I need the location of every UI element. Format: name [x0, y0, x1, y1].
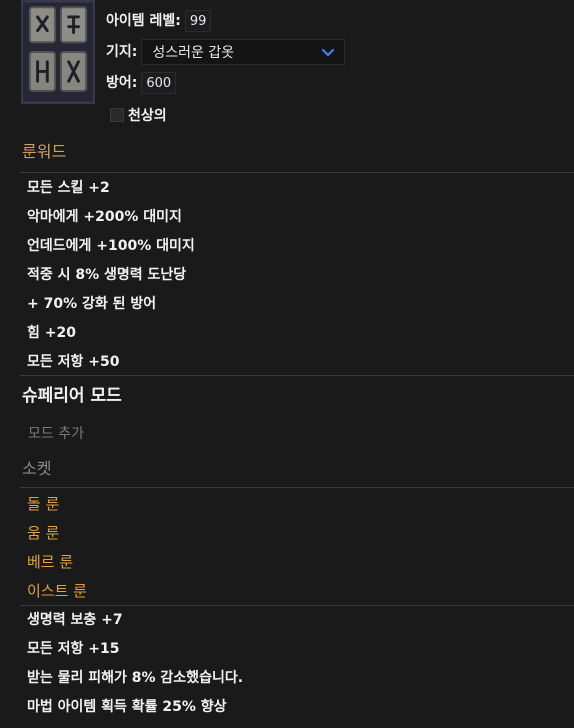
runeword-title: 룬워드 [22, 142, 67, 161]
list-item: 모든 스킬 +2 [27, 180, 110, 196]
list-item: 마법 아이템 획득 확률 25% 향상 [27, 699, 227, 715]
item-level-input[interactable]: 99 [184, 10, 212, 32]
rune-item[interactable]: 돌 룬 [27, 490, 87, 519]
divider [20, 375, 574, 376]
ethereal-row: 천상의 [110, 105, 167, 125]
armor-item-icon [21, 0, 95, 104]
defense-row: 방어: 600 [106, 72, 177, 94]
item-level-row: 아이템 레벨: 99 [106, 10, 212, 32]
list-item: 악마에게 +200% 대미지 [27, 209, 182, 225]
item-editor-panel: 아이템 레벨: 99 기지: 성스러운 갑옷 방어: 600 천상의 룬워드 모… [0, 0, 574, 728]
defense-input[interactable]: 600 [141, 72, 177, 94]
list-item: 언데드에게 +100% 대미지 [27, 238, 195, 254]
item-level-label: 아이템 레벨: [106, 13, 181, 29]
base-selected-value: 성스러운 갑옷 [152, 45, 235, 61]
list-item: 모든 저항 +15 [27, 641, 120, 657]
ethereal-checkbox[interactable] [110, 108, 124, 122]
base-row: 기지: 성스러운 갑옷 [106, 39, 346, 65]
divider [20, 487, 574, 488]
list-item: 생명력 보충 +7 [27, 612, 123, 628]
rune-item[interactable]: 움 룬 [27, 519, 87, 548]
defense-label: 방어: [106, 75, 138, 91]
ethereal-label: 천상의 [128, 108, 167, 124]
add-mod-button[interactable]: 모드 추가 [28, 423, 84, 443]
rune-item[interactable]: 베르 룬 [27, 548, 87, 577]
base-label: 기지: [106, 44, 138, 60]
rune-item[interactable]: 이스트 룬 [27, 577, 87, 606]
runeword-mod-list: 모든 스킬 +2 악마에게 +200% 대미지 언데드에게 +100% 대미지 … [27, 174, 195, 377]
list-item: 힘 +20 [27, 325, 76, 341]
socket-mod-list: 생명력 보충 +7 모든 저항 +15 받는 물리 피해가 8% 감소했습니다.… [27, 606, 243, 722]
list-item: 모든 저항 +50 [27, 354, 120, 370]
list-item: + 70% 강화 된 방어 [27, 296, 157, 312]
socket-rune-list: 돌 룬 움 룬 베르 룬 이스트 룬 [27, 490, 87, 606]
list-item: 적중 시 8% 생명력 도난당 [27, 267, 187, 283]
divider [20, 172, 574, 173]
list-item: 받는 물리 피해가 8% 감소했습니다. [27, 670, 244, 686]
base-select[interactable]: 성스러운 갑옷 [141, 39, 346, 65]
sockets-title: 소켓 [22, 459, 52, 478]
chevron-down-icon [320, 44, 336, 60]
superior-title: 슈페리어 모드 [22, 386, 122, 406]
